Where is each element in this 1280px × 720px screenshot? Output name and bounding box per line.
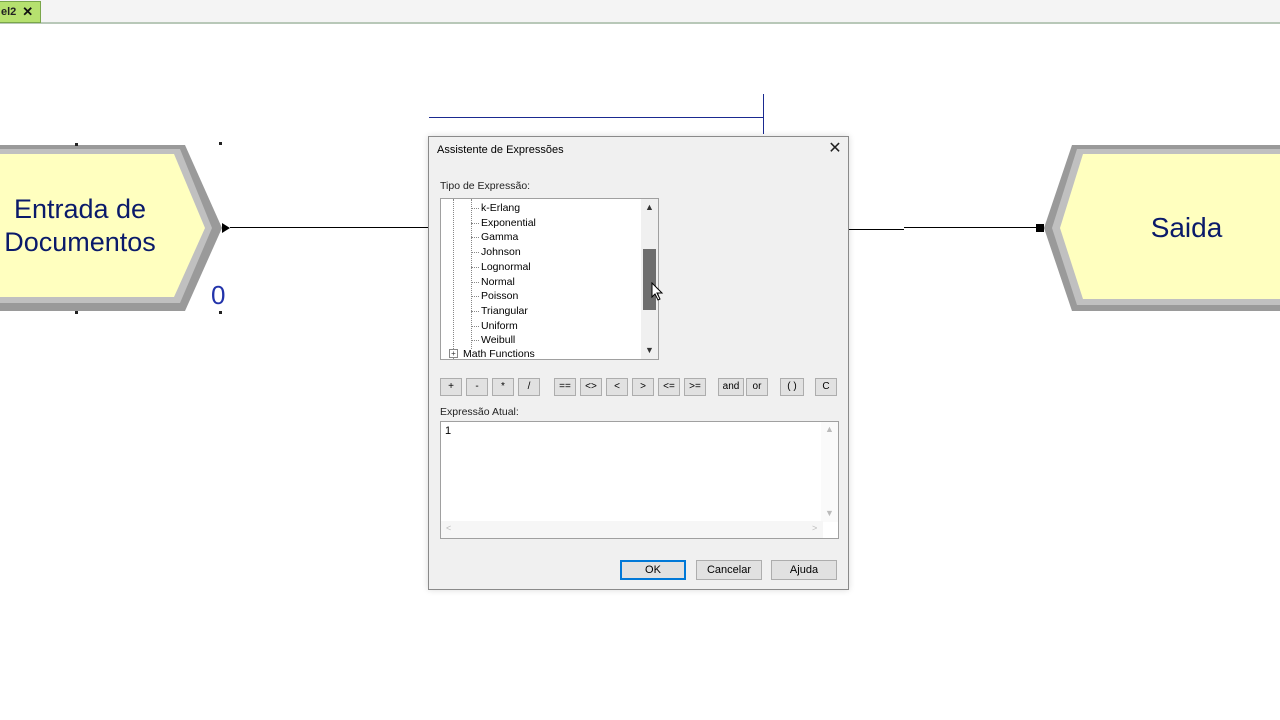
tree-connector (471, 296, 479, 298)
tree-item-normal[interactable]: Normal (481, 275, 515, 289)
connector-line-left[interactable] (230, 227, 430, 228)
tree-connector (471, 222, 479, 224)
module-tick (75, 311, 78, 314)
module-tick (219, 142, 222, 145)
tree-connector (471, 252, 479, 254)
entry-label-line1: Entrada de (13, 194, 147, 224)
tree-item-gamma[interactable]: Gamma (481, 230, 518, 244)
entry-label-line2: Documentos (4, 227, 156, 257)
tree-item-exponential[interactable]: Exponential (481, 216, 536, 230)
document-tab-label: el2 (1, 6, 17, 18)
connector-line-right[interactable] (904, 227, 1040, 228)
scroll-right-icon[interactable]: > (812, 523, 817, 533)
tree-item-k-erlang[interactable]: k-Erlang (481, 201, 520, 215)
current-expression-textarea[interactable]: 1 ▲ ▼ < > (440, 421, 839, 539)
expression-horizontal-scrollbar[interactable]: < > (441, 521, 823, 538)
tree-connector (471, 340, 479, 342)
operator-less-than-button[interactable]: < (606, 378, 628, 396)
ok-button[interactable]: OK (620, 560, 686, 580)
operator-or-button[interactable]: or (746, 378, 768, 396)
entrada-de-documentos-module[interactable]: Entrada de Documentos (0, 145, 230, 313)
connector-line-right[interactable] (849, 229, 904, 230)
operator-multiply-button[interactable]: * (492, 378, 514, 396)
annotation-line (429, 117, 764, 118)
dialog-title: Assistente de Expressões (437, 144, 564, 156)
operator-greater-than-button[interactable]: > (632, 378, 654, 396)
entry-port[interactable] (1036, 224, 1044, 232)
tree-item-johnson[interactable]: Johnson (481, 245, 521, 259)
tree-scrollbar[interactable]: ▲ ▼ (641, 199, 658, 359)
expand-plus-icon[interactable]: + (449, 349, 458, 358)
operator-greater-equal-button[interactable]: >= (684, 378, 706, 396)
entry-exit-arrow (222, 223, 230, 233)
operator-minus-button[interactable]: - (466, 378, 488, 396)
close-icon[interactable]: ✕ (827, 141, 843, 157)
scroll-down-icon[interactable]: ▼ (821, 508, 838, 518)
tree-item-uniform[interactable]: Uniform (481, 319, 518, 333)
tree-connector (471, 325, 479, 327)
help-button[interactable]: Ajuda (771, 560, 837, 580)
module-tick (75, 143, 78, 146)
tree-item-math-functions[interactable]: Math Functions (463, 347, 535, 359)
scroll-down-icon[interactable]: ▼ (641, 342, 658, 359)
cancel-button[interactable]: Cancelar (696, 560, 762, 580)
entry-counter: 0 (211, 280, 226, 310)
scroll-up-icon[interactable]: ▲ (641, 199, 658, 216)
exit-module-label: Saida (1150, 212, 1223, 243)
tree-connector (471, 266, 479, 268)
tree-connector (471, 310, 479, 312)
mouse-cursor-icon (651, 282, 664, 301)
tree-item-triangular[interactable]: Triangular (481, 304, 528, 318)
operator-plus-button[interactable]: + (440, 378, 462, 396)
tree-connector (471, 237, 479, 239)
document-tab-strip: el2 ✕ (0, 0, 1280, 24)
operator-parentheses-button[interactable]: ( ) (780, 378, 804, 396)
entry-module-label: Entrada de Documentos (0, 193, 180, 259)
expression-type-tree[interactable]: k-Erlang Exponential Gamma Johnson Lognormal… (440, 198, 659, 360)
expression-type-label: Tipo de Expressão: (440, 180, 531, 192)
module-tick (219, 311, 222, 314)
tree-item-lognormal[interactable]: Lognormal (481, 260, 531, 274)
tree-connector (471, 208, 479, 209)
scroll-up-icon[interactable]: ▲ (821, 424, 838, 434)
close-tab-icon[interactable]: ✕ (22, 4, 33, 20)
scroll-left-icon[interactable]: < (446, 523, 451, 533)
expression-vertical-scrollbar[interactable]: ▲ ▼ (821, 422, 838, 522)
operator-not-equal-button[interactable]: <> (580, 378, 602, 396)
tree-item-weibull[interactable]: Weibull (481, 333, 515, 347)
operator-less-equal-button[interactable]: <= (658, 378, 680, 396)
expression-builder-dialog: Assistente de Expressões ✕ Tipo de Expre… (428, 136, 849, 590)
current-expression-value: 1 (445, 425, 452, 437)
annotation-line (763, 94, 764, 134)
operator-clear-button[interactable]: C (815, 378, 837, 396)
operator-and-button[interactable]: and (718, 378, 744, 396)
saida-module[interactable]: Saida (1044, 145, 1280, 311)
current-expression-label: Expressão Atual: (440, 406, 519, 418)
document-tab[interactable]: el2 ✕ (0, 1, 41, 23)
operator-divide-button[interactable]: / (518, 378, 540, 396)
operator-equals-button[interactable]: == (554, 378, 576, 396)
tree-item-poisson[interactable]: Poisson (481, 289, 518, 303)
tree-connector (471, 281, 479, 283)
tree-guide-line (453, 199, 454, 359)
